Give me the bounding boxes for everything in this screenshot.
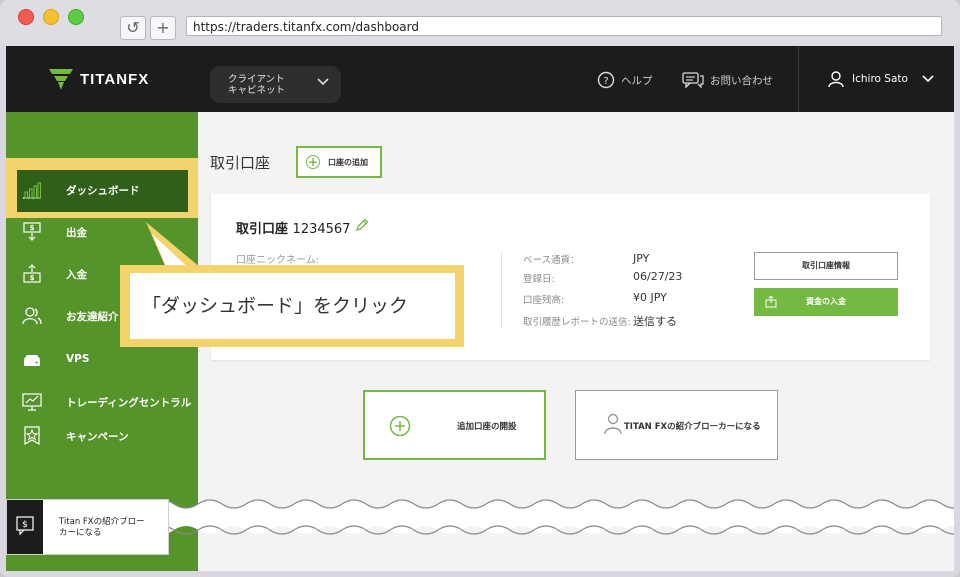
referral-line1: Titan FXの紹介ブロー [59,517,145,527]
browser-window: ↺ + https://traders.titanfx.com/dashboar… [0,0,960,577]
svg-text:$: $ [22,520,28,530]
reload-icon[interactable]: ↺ [120,16,146,40]
referral-icon-box: $ [7,500,43,554]
minimize-window-button[interactable] [43,9,59,25]
close-window-button[interactable] [18,9,34,25]
maximize-window-button[interactable] [68,9,84,25]
referral-line2: カーになる [59,528,102,538]
referral-card[interactable]: $ Titan FXの紹介ブロー カーになる [6,499,169,555]
dollar-chat-icon: $ [16,516,34,536]
page-viewport: TITANFX クライアント キャビネット ? ヘルプ お問い合わせ Ichir… [6,46,954,571]
instruction-callout-text: 「ダッシュボード」をクリック [130,273,455,339]
referral-text: Titan FXの紹介ブロー カーになる [59,517,159,539]
new-tab-icon[interactable]: + [150,16,176,40]
browser-toolbar: ↺ + https://traders.titanfx.com/dashboar… [0,0,960,46]
address-bar[interactable]: https://traders.titanfx.com/dashboard [186,16,942,36]
